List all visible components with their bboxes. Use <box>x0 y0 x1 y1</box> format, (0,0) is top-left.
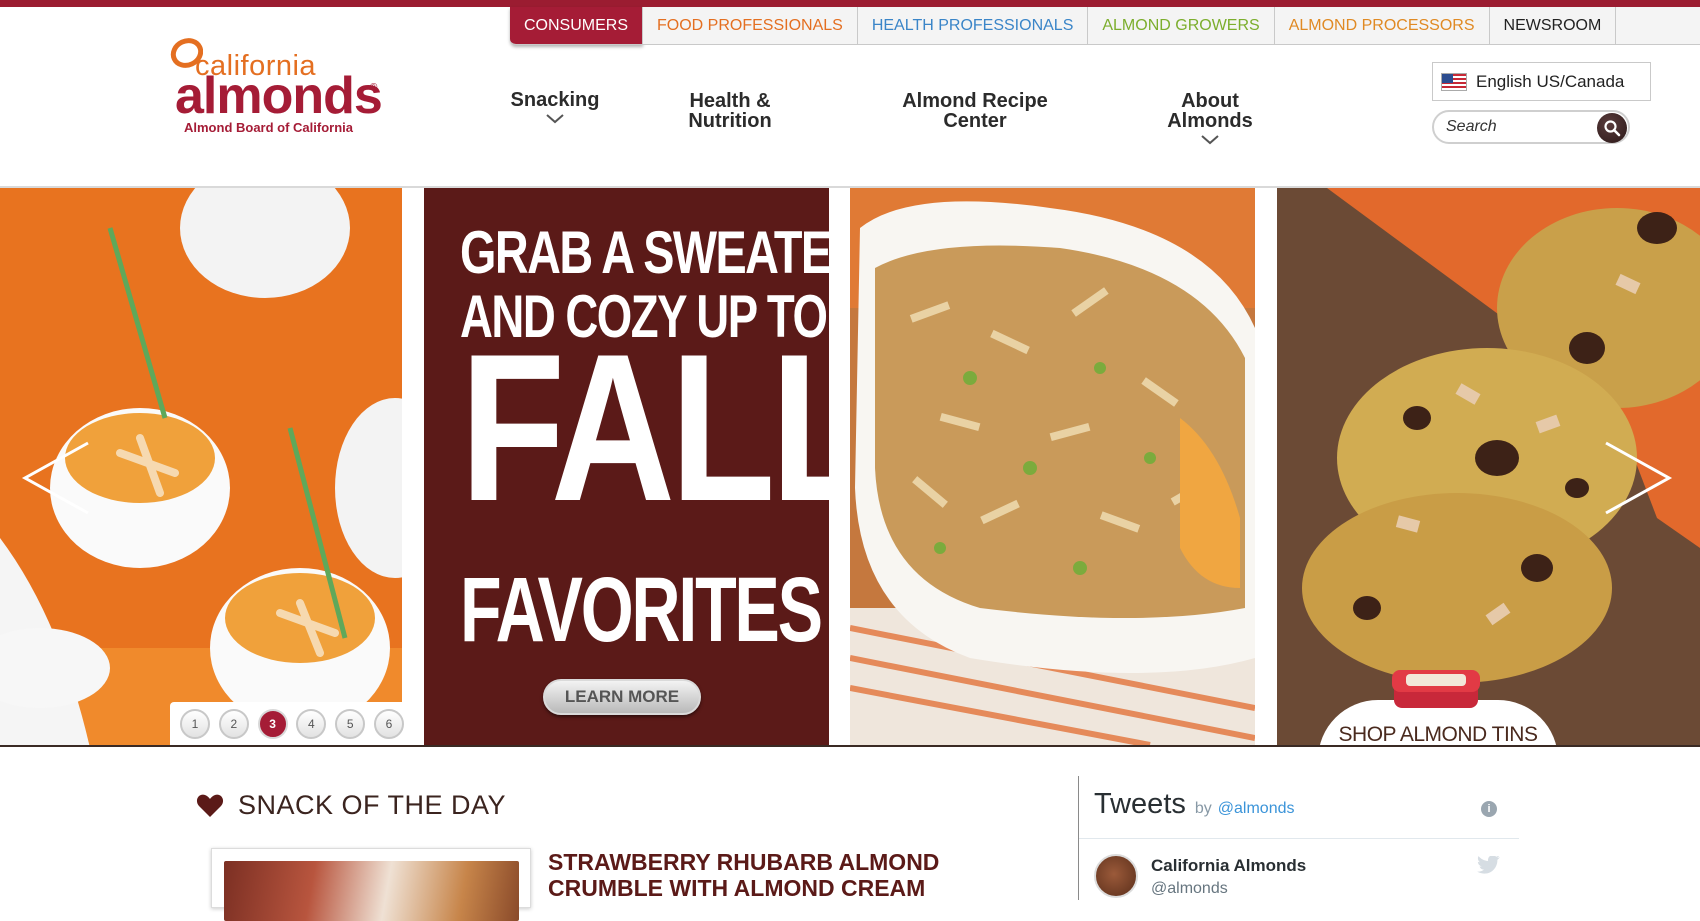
carousel-dot[interactable]: 5 <box>335 708 366 739</box>
banner-line-3: FALL <box>460 310 829 545</box>
tab-consumers[interactable]: CONSUMERS <box>510 7 644 45</box>
carousel-pagination: 1 2 3 4 5 6 <box>170 702 414 745</box>
nav-health-nutrition[interactable]: Health & Nutrition <box>665 71 795 131</box>
tweets-widget: Tweets by @almonds i California Almonds … <box>1078 776 1519 900</box>
carousel-dot[interactable]: 2 <box>218 708 249 739</box>
language-selector[interactable]: English US/Canada <box>1432 62 1651 101</box>
tweets-handle-link[interactable]: @almonds <box>1218 800 1295 818</box>
tweet-author-handle[interactable]: @almonds <box>1151 880 1228 898</box>
search-input[interactable] <box>1446 118 1586 136</box>
snack-image-card[interactable] <box>211 848 531 921</box>
nav-recipe-center[interactable]: Almond Recipe Center <box>880 71 1070 131</box>
main-nav: Snacking Health & Nutrition Almond Recip… <box>0 68 1300 145</box>
twitter-bird-icon[interactable] <box>1477 856 1501 876</box>
audience-tabs: CONSUMERS FOOD PROFESSIONALS HEALTH PROF… <box>510 7 1700 45</box>
snack-of-the-day-heading: SNACK OF THE DAY <box>196 790 506 821</box>
nav-health-nutrition-label: Health & Nutrition <box>688 90 772 132</box>
carousel-dot[interactable]: 4 <box>296 708 327 739</box>
search-button[interactable] <box>1597 113 1627 143</box>
snack-heading-label: SNACK OF THE DAY <box>238 790 507 820</box>
nav-about-almonds-label: About Almonds <box>1167 90 1253 132</box>
tab-almond-processors[interactable]: ALMOND PROCESSORS <box>1274 7 1490 45</box>
snack-image <box>224 861 519 921</box>
carousel-prev-button[interactable] <box>20 438 90 518</box>
hero-carousel: GRAB A SWEATER AND COZY UP TO FALL FAVOR… <box>0 188 1700 745</box>
tweets-by-label: by <box>1194 800 1212 817</box>
language-label: English US/Canada <box>1476 71 1625 91</box>
nav-about-almonds[interactable]: About Almonds <box>1150 71 1270 165</box>
search-box <box>1432 110 1630 144</box>
nav-snacking-label: Snacking <box>510 89 600 111</box>
fall-favorites-banner[interactable]: GRAB A SWEATER AND COZY UP TO FALL FAVOR… <box>424 188 829 745</box>
shop-tins-label[interactable]: SHOP ALMOND TINS <box>1318 723 1558 747</box>
tab-food-professionals[interactable]: FOOD PROFESSIONALS <box>643 7 858 45</box>
us-flag-icon <box>1441 72 1467 91</box>
casserole-image[interactable] <box>850 188 1255 745</box>
tweet-author-name[interactable]: California Almonds <box>1151 856 1306 876</box>
top-accent-bar <box>0 0 1700 7</box>
tweets-title: Tweets <box>1094 788 1186 820</box>
chevron-down-icon <box>546 114 564 124</box>
tweets-divider <box>1079 838 1519 839</box>
tab-newsroom[interactable]: NEWSROOM <box>1489 7 1617 45</box>
snack-title-link[interactable]: STRAWBERRY RHUBARB ALMOND CRUMBLE WITH A… <box>548 849 978 901</box>
tweets-header: Tweets by @almonds <box>1094 788 1295 821</box>
carousel-dot[interactable]: 6 <box>373 708 404 739</box>
learn-more-button[interactable]: LEARN MORE <box>543 679 701 715</box>
magnifier-icon <box>1604 120 1621 137</box>
nav-snacking[interactable]: Snacking <box>500 90 610 124</box>
banner-line-4: FAVORITES <box>460 559 823 661</box>
chevron-down-icon <box>1201 135 1219 145</box>
hero-bottom-border <box>0 745 1700 747</box>
avatar[interactable] <box>1094 854 1138 898</box>
carousel-dot-active[interactable]: 3 <box>257 708 288 739</box>
carousel-next-button[interactable] <box>1604 438 1674 518</box>
carousel-dot[interactable]: 1 <box>180 708 210 739</box>
almond-tin-icon <box>1392 670 1480 708</box>
heart-icon <box>196 794 224 817</box>
info-icon[interactable]: i <box>1481 801 1497 817</box>
tab-bar-filler <box>1616 7 1700 45</box>
banner-line-1: GRAB A SWEATER <box>460 219 829 286</box>
tab-almond-growers[interactable]: ALMOND GROWERS <box>1088 7 1275 45</box>
tab-health-professionals[interactable]: HEALTH PROFESSIONALS <box>857 7 1089 45</box>
nav-recipe-center-label: Almond Recipe Center <box>902 90 1048 132</box>
